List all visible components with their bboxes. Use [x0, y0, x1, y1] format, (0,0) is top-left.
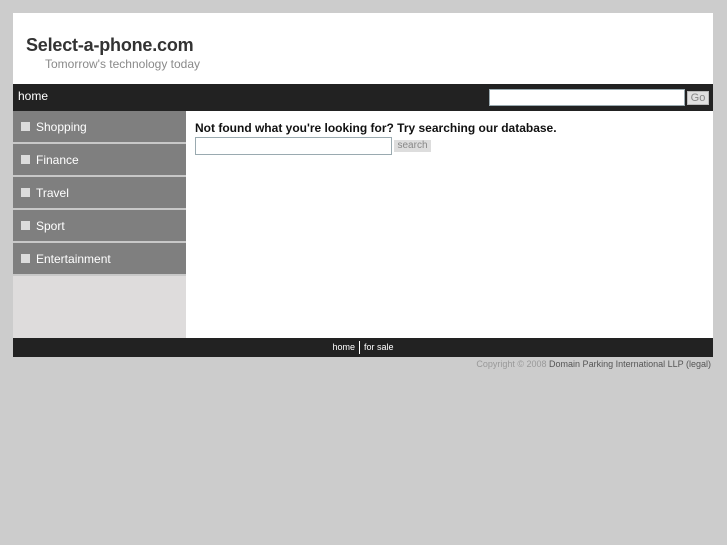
site-title: Select-a-phone.com: [26, 35, 194, 55]
square-bullet-icon: [21, 188, 30, 197]
square-bullet-icon: [21, 122, 30, 131]
go-button[interactable]: Go: [687, 91, 709, 105]
sidebar-item-label: Sport: [36, 219, 65, 233]
sidebar: Shopping Finance Travel Sport Entertainm…: [13, 111, 186, 338]
sidebar-item-label: Finance: [36, 153, 79, 167]
sidebar-item-label: Travel: [36, 186, 69, 200]
content-heading: Not found what you're looking for? Try s…: [195, 121, 557, 135]
footer-bar: home for sale: [13, 338, 713, 357]
square-bullet-icon: [21, 155, 30, 164]
site-header: Select-a-phone.com Tomorrow's technology…: [13, 13, 713, 84]
sidebar-item-label: Entertainment: [36, 252, 111, 266]
database-search-button[interactable]: search: [394, 140, 431, 152]
database-search-input[interactable]: [195, 137, 392, 155]
square-bullet-icon: [21, 254, 30, 263]
top-search-input[interactable]: [489, 89, 685, 106]
sidebar-item-label: Shopping: [36, 120, 87, 134]
company-name: Domain Parking International LLP: [549, 359, 684, 369]
sidebar-item-travel[interactable]: Travel: [13, 177, 186, 210]
sidebar-item-finance[interactable]: Finance: [13, 144, 186, 177]
footer-separator: [359, 341, 360, 355]
sidebar-item-entertainment[interactable]: Entertainment: [13, 243, 186, 276]
site-tagline: Tomorrow's technology today: [45, 57, 201, 71]
copyright-line: Copyright © 2008 Domain Parking Internat…: [13, 359, 713, 369]
legal-link[interactable]: (legal): [686, 359, 711, 369]
content-area: Not found what you're looking for? Try s…: [195, 121, 557, 155]
footer-for-sale-link[interactable]: for sale: [364, 342, 394, 352]
nav-home-link[interactable]: home: [18, 89, 48, 103]
square-bullet-icon: [21, 221, 30, 230]
copyright-text: Copyright © 2008: [476, 359, 547, 369]
sidebar-item-shopping[interactable]: Shopping: [13, 111, 186, 144]
main-area: Shopping Finance Travel Sport Entertainm…: [13, 111, 713, 338]
page-container: Select-a-phone.com Tomorrow's technology…: [13, 13, 713, 369]
top-navbar: home Go: [13, 84, 713, 111]
footer-home-link[interactable]: home: [332, 342, 355, 352]
sidebar-item-sport[interactable]: Sport: [13, 210, 186, 243]
